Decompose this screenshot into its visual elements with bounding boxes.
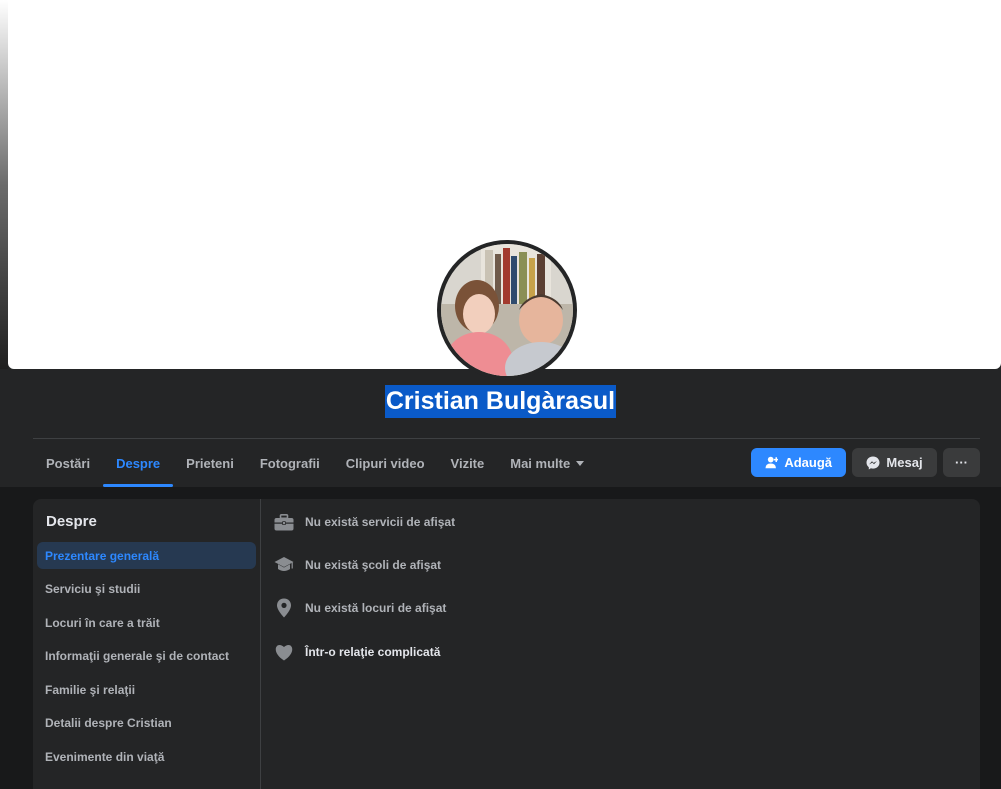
about-title: Despre: [46, 513, 97, 530]
tab-check-ins[interactable]: Vizite: [438, 440, 498, 487]
overview-education: Nu există şcoli de afişat: [273, 554, 441, 576]
briefcase-icon: [273, 511, 295, 533]
tab-videos[interactable]: Clipuri video: [333, 440, 438, 487]
about-nav-overview[interactable]: Prezentare generală: [37, 542, 256, 569]
about-nav-details[interactable]: Detalii despre Cristian: [37, 710, 256, 737]
caret-down-icon: [576, 461, 585, 466]
message-button[interactable]: Mesaj: [852, 448, 937, 477]
messenger-icon: [866, 456, 880, 469]
tab-about[interactable]: Despre: [103, 440, 174, 487]
profile-actions: Adaugă Mesaj ···: [751, 448, 980, 477]
tab-more[interactable]: Mai multe: [497, 440, 597, 487]
heart-icon: [273, 641, 295, 663]
about-card: Despre Prezentare generală Serviciu şi s…: [33, 499, 980, 789]
tab-friends[interactable]: Prieteni: [173, 440, 247, 487]
about-nav-work-education[interactable]: Serviciu şi studii: [37, 576, 256, 603]
about-nav-family-relationships[interactable]: Familie şi relaţii: [37, 676, 256, 703]
location-pin-icon: [273, 597, 295, 619]
tab-posts[interactable]: Postări: [33, 440, 103, 487]
profile-tabs: Postări Despre Prieteni Fotografii Clipu…: [33, 440, 597, 487]
more-options-button[interactable]: ···: [943, 448, 980, 477]
window-edge: [0, 0, 8, 369]
overview-relationship: Într-o relaţie complicată: [273, 641, 440, 663]
about-nav: Prezentare generală Serviciu şi studii L…: [37, 542, 256, 777]
add-friend-icon: [765, 456, 779, 469]
about-sidebar: Despre Prezentare generală Serviciu şi s…: [33, 499, 261, 789]
add-friend-button[interactable]: Adaugă: [751, 448, 846, 477]
ellipsis-icon: ···: [955, 455, 968, 470]
tab-photos[interactable]: Fotografii: [247, 440, 333, 487]
header-divider: [33, 438, 980, 439]
avatar-photo: [441, 244, 573, 376]
about-nav-places-lived[interactable]: Locuri în care a trăit: [37, 609, 256, 636]
graduation-cap-icon: [273, 554, 295, 576]
about-nav-contact-info[interactable]: Informaţii generale şi de contact: [37, 643, 256, 670]
profile-name: Cristian Bulgàrasul: [384, 385, 617, 418]
profile-avatar[interactable]: [437, 240, 577, 380]
profile-page: Cristian Bulgàrasul Postări Despre Priet…: [0, 0, 1001, 789]
about-nav-life-events[interactable]: Evenimente din viaţă: [37, 743, 256, 770]
overview-places: Nu există locuri de afişat: [273, 597, 446, 619]
overview-work: Nu există servicii de afişat: [273, 511, 455, 533]
